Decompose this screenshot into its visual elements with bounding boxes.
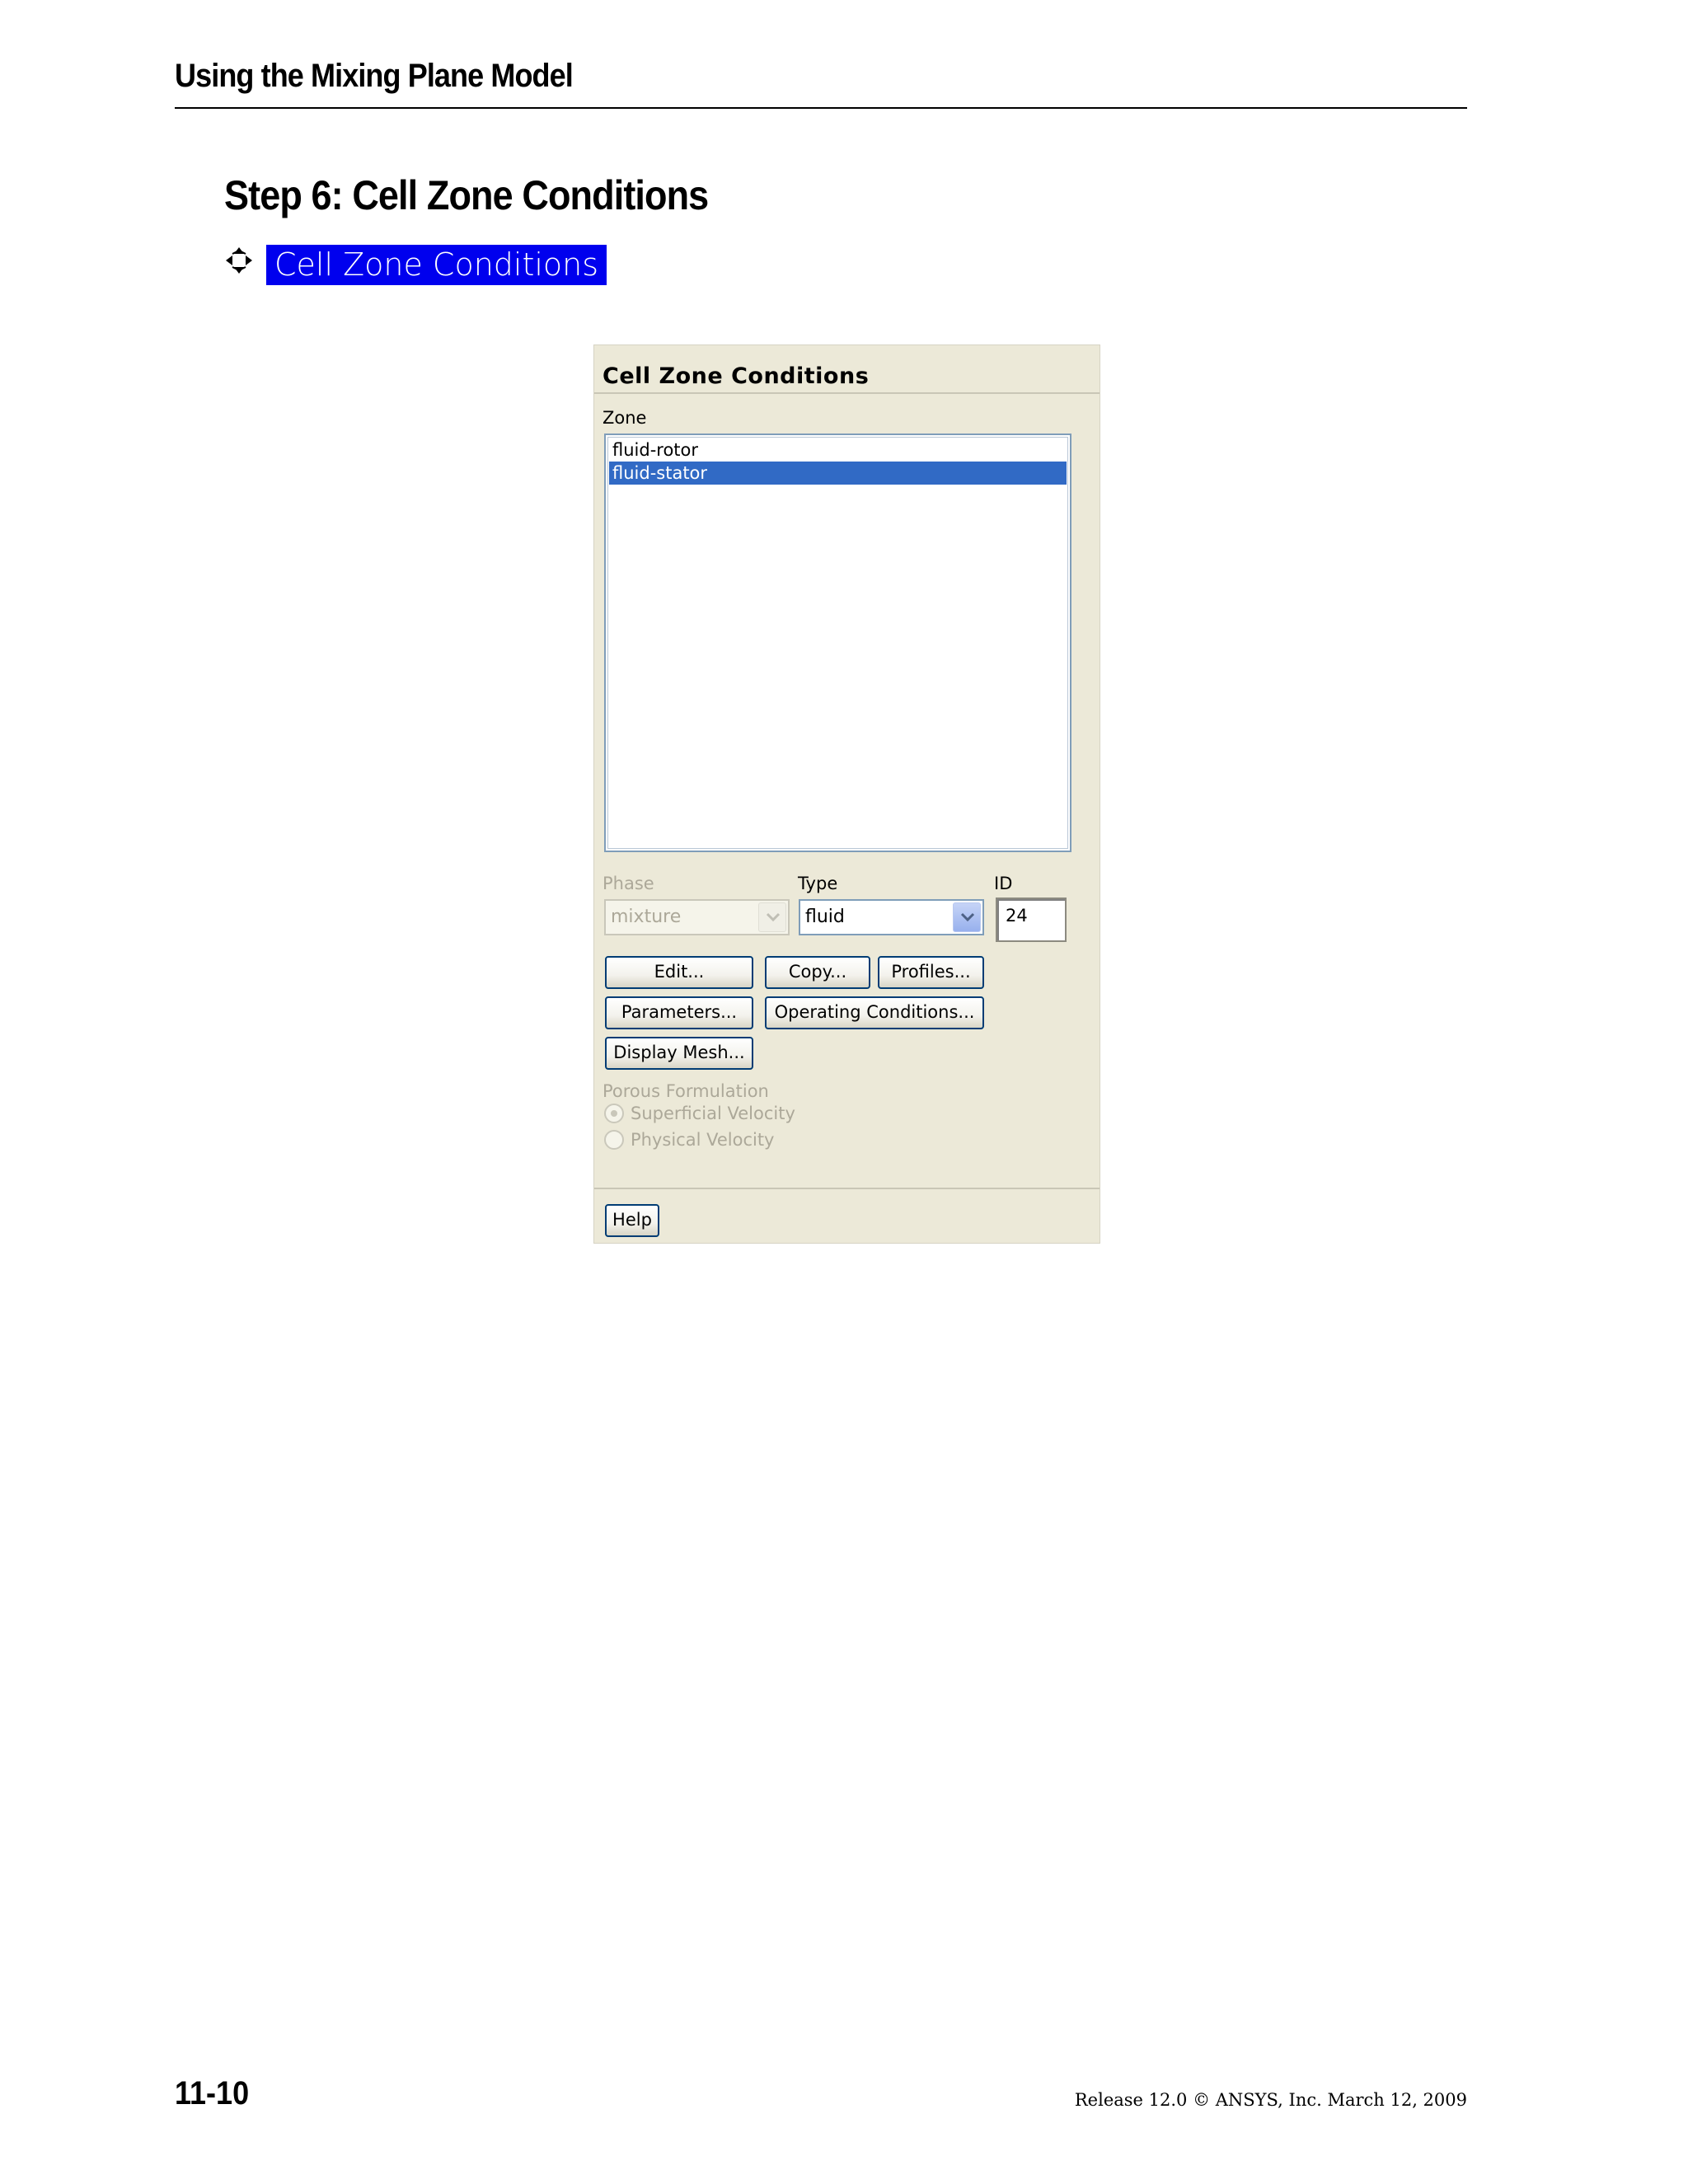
tree-navigation-icon [224, 246, 254, 275]
id-label: ID [994, 874, 1013, 893]
zone-label: Zone [603, 408, 647, 428]
chevron-down-icon[interactable] [953, 902, 981, 932]
phase-label: Phase [603, 874, 654, 893]
zone-item-fluid-stator[interactable]: fluid-stator [609, 462, 1067, 485]
running-header: Using the Mixing Plane Model [175, 58, 574, 94]
parameters-button[interactable]: Parameters... [605, 996, 753, 1029]
physical-velocity-label: Physical Velocity [631, 1130, 775, 1150]
display-mesh-button[interactable]: Display Mesh... [605, 1037, 753, 1070]
step-title: Step 6: Cell Zone Conditions [224, 172, 709, 218]
dialog-footer-separator [594, 1188, 1100, 1189]
chevron-down-icon[interactable] [758, 902, 786, 932]
zone-list[interactable]: fluid-rotor fluid-stator [604, 434, 1071, 852]
help-button[interactable]: Help [605, 1204, 659, 1237]
superficial-velocity-radio[interactable] [604, 1104, 624, 1123]
type-dropdown[interactable]: fluid [799, 899, 984, 935]
cell-zone-conditions-link[interactable]: Cell Zone Conditions [266, 245, 607, 285]
phase-dropdown[interactable]: mixture [604, 899, 790, 935]
release-footer: Release 12.0 © ANSYS, Inc. March 12, 200… [1074, 2090, 1467, 2110]
dialog-title-separator [594, 392, 1100, 394]
physical-velocity-radio[interactable] [604, 1130, 624, 1150]
superficial-velocity-label: Superficial Velocity [631, 1104, 795, 1123]
edit-button[interactable]: Edit... [605, 956, 753, 989]
type-value: fluid [805, 907, 845, 927]
cell-zone-conditions-dialog: Cell Zone Conditions Zone fluid-rotor fl… [593, 344, 1100, 1244]
profiles-button[interactable]: Profiles... [878, 956, 984, 989]
operating-conditions-button[interactable]: Operating Conditions... [765, 996, 984, 1029]
porous-formulation-label: Porous Formulation [603, 1081, 769, 1101]
phase-value: mixture [611, 907, 682, 927]
dialog-title: Cell Zone Conditions [603, 363, 870, 389]
type-label: Type [798, 874, 838, 893]
id-field[interactable]: 24 [996, 898, 1067, 942]
header-rule [175, 107, 1467, 109]
zone-item-fluid-rotor[interactable]: fluid-rotor [609, 438, 1067, 462]
page-number: 11-10 [175, 2075, 250, 2111]
copy-button[interactable]: Copy... [765, 956, 870, 989]
